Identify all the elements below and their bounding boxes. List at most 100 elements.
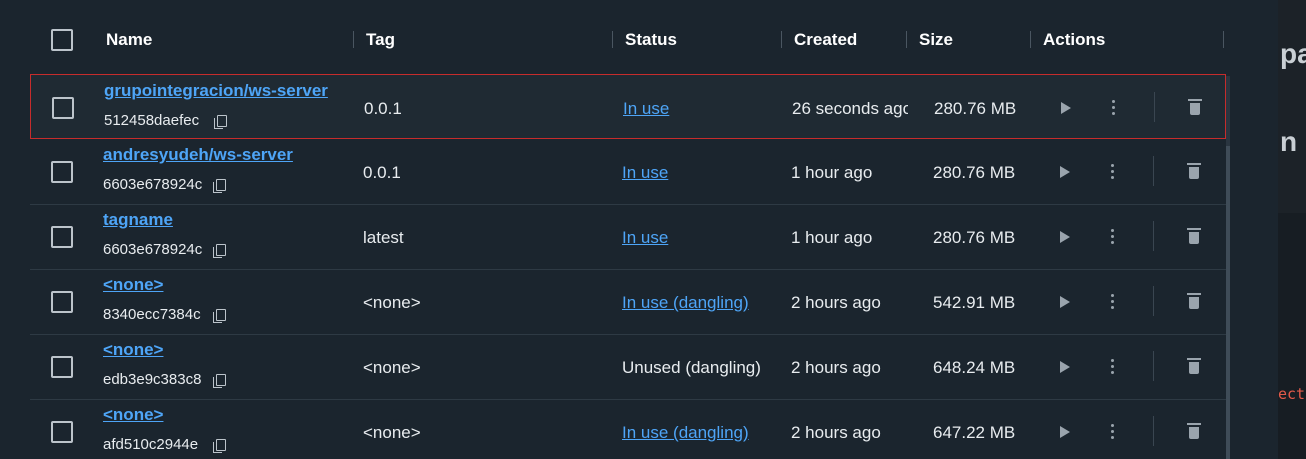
image-size: 647.22 MB <box>933 423 1016 442</box>
run-icon[interactable] <box>1060 426 1070 438</box>
table-row[interactable]: <none> afd510c2944e <none> In use (dangl… <box>30 399 1226 459</box>
delete-icon[interactable] <box>1187 293 1201 309</box>
image-status[interactable]: In use (dangling) <box>622 293 749 313</box>
action-divider <box>1153 416 1154 446</box>
header-created[interactable]: Created <box>794 30 857 50</box>
header-tag[interactable]: Tag <box>366 30 395 50</box>
image-size: 648.24 MB <box>933 358 1016 377</box>
table-row[interactable]: tagname 6603e678924c latest In use 1 hou… <box>30 204 1226 270</box>
image-name-link[interactable]: <none> <box>103 275 163 295</box>
image-id: 6603e678924c <box>103 241 203 258</box>
delete-icon[interactable] <box>1187 358 1201 374</box>
image-status[interactable]: In use (dangling) <box>622 423 749 443</box>
copy-icon[interactable] <box>212 309 226 323</box>
column-separator[interactable] <box>906 31 907 48</box>
image-name-link[interactable]: grupointegracion/ws-server <box>104 81 328 101</box>
header-name[interactable]: Name <box>106 30 152 50</box>
copy-icon[interactable] <box>213 115 227 129</box>
copy-icon[interactable] <box>212 244 226 258</box>
more-options-icon[interactable] <box>1111 424 1115 440</box>
scrollbar-thumb[interactable] <box>1226 146 1230 459</box>
more-options-icon[interactable] <box>1111 164 1115 180</box>
more-options-icon[interactable] <box>1112 100 1116 116</box>
image-id: edb3e9c383c8 <box>103 371 202 388</box>
image-tag: 0.0.1 <box>364 99 402 118</box>
column-separator[interactable] <box>781 31 782 48</box>
header-actions: Actions <box>1043 30 1106 49</box>
image-id: 8340ecc7384c <box>103 306 201 323</box>
action-divider <box>1153 156 1154 186</box>
copy-icon[interactable] <box>212 439 226 453</box>
image-tag: latest <box>363 228 404 247</box>
image-size: 542.91 MB <box>933 293 1016 312</box>
image-created: 1 hour ago <box>791 163 873 182</box>
row-checkbox[interactable] <box>51 291 73 313</box>
panel-fragment-text: n <box>1280 126 1298 157</box>
delete-icon[interactable] <box>1187 163 1201 179</box>
image-tag: <none> <box>363 358 421 377</box>
panel-fragment-text: pa <box>1280 38 1306 69</box>
vertical-scrollbar[interactable] <box>1226 76 1230 459</box>
action-divider <box>1153 221 1154 251</box>
header-size[interactable]: Size <box>919 30 953 50</box>
image-status[interactable]: In use <box>622 163 668 183</box>
run-icon[interactable] <box>1060 361 1070 373</box>
image-name-link[interactable]: <none> <box>103 340 163 360</box>
image-created: 2 hours ago <box>791 293 881 312</box>
table-row[interactable]: <none> 8340ecc7384c <none> In use (dangl… <box>30 269 1226 335</box>
more-options-icon[interactable] <box>1111 229 1115 245</box>
image-size: 280.76 MB <box>933 163 1016 182</box>
image-tag: <none> <box>363 293 421 312</box>
image-id: 6603e678924c <box>103 176 203 193</box>
row-checkbox[interactable] <box>52 97 74 119</box>
row-checkbox[interactable] <box>51 226 73 248</box>
column-separator <box>1223 31 1224 48</box>
run-icon[interactable] <box>1060 231 1070 243</box>
image-status[interactable]: In use <box>622 228 668 248</box>
image-tag: 0.0.1 <box>363 163 401 182</box>
image-status[interactable]: In use <box>623 99 669 119</box>
row-checkbox[interactable] <box>51 421 73 443</box>
action-divider <box>1153 286 1154 316</box>
delete-icon[interactable] <box>1187 228 1201 244</box>
image-created: 26 seconds ago <box>792 99 908 118</box>
table-header: Name Tag Status Created Size Actions <box>0 0 1230 76</box>
image-created: 2 hours ago <box>791 358 881 377</box>
image-id: 512458daefec <box>104 112 200 129</box>
select-all-checkbox[interactable] <box>51 29 73 51</box>
image-name-link[interactable]: andresyudeh/ws-server <box>103 145 293 165</box>
image-created: 2 hours ago <box>791 423 881 442</box>
header-status[interactable]: Status <box>625 30 677 50</box>
column-separator[interactable] <box>612 31 613 48</box>
image-size: 280.76 MB <box>933 228 1016 247</box>
more-options-icon[interactable] <box>1111 359 1115 375</box>
delete-icon[interactable] <box>1188 99 1202 115</box>
image-name-link[interactable]: tagname <box>103 210 173 230</box>
images-table: Name Tag Status Created Size Actions gru… <box>0 0 1278 459</box>
table-row[interactable]: andresyudeh/ws-server 6603e678924c 0.0.1… <box>30 139 1226 205</box>
image-name-link[interactable]: <none> <box>103 405 163 425</box>
image-created: 1 hour ago <box>791 228 873 247</box>
image-size: 280.76 MB <box>934 99 1017 118</box>
run-icon[interactable] <box>1060 296 1070 308</box>
image-tag: <none> <box>363 423 421 442</box>
run-icon[interactable] <box>1061 102 1071 114</box>
column-separator[interactable] <box>1030 31 1031 48</box>
action-divider <box>1153 351 1154 381</box>
image-id: afd510c2944e <box>103 436 199 453</box>
copy-icon[interactable] <box>212 179 226 193</box>
action-divider <box>1154 92 1155 122</box>
table-row[interactable]: <none> edb3e9c383c8 <none> Unused (dangl… <box>30 334 1226 400</box>
row-checkbox[interactable] <box>51 161 73 183</box>
panel-fragment-code: ecta <box>1278 385 1306 403</box>
run-icon[interactable] <box>1060 166 1070 178</box>
delete-icon[interactable] <box>1187 423 1201 439</box>
table-row[interactable]: grupointegracion/ws-server 512458daefec … <box>30 74 1226 139</box>
more-options-icon[interactable] <box>1111 294 1115 310</box>
column-separator[interactable] <box>353 31 354 48</box>
adjacent-panel-header <box>1278 0 1306 213</box>
adjacent-panel: pa n ecta <box>1278 0 1306 459</box>
copy-icon[interactable] <box>212 374 226 388</box>
image-status: Unused (dangling) <box>622 358 761 377</box>
row-checkbox[interactable] <box>51 356 73 378</box>
